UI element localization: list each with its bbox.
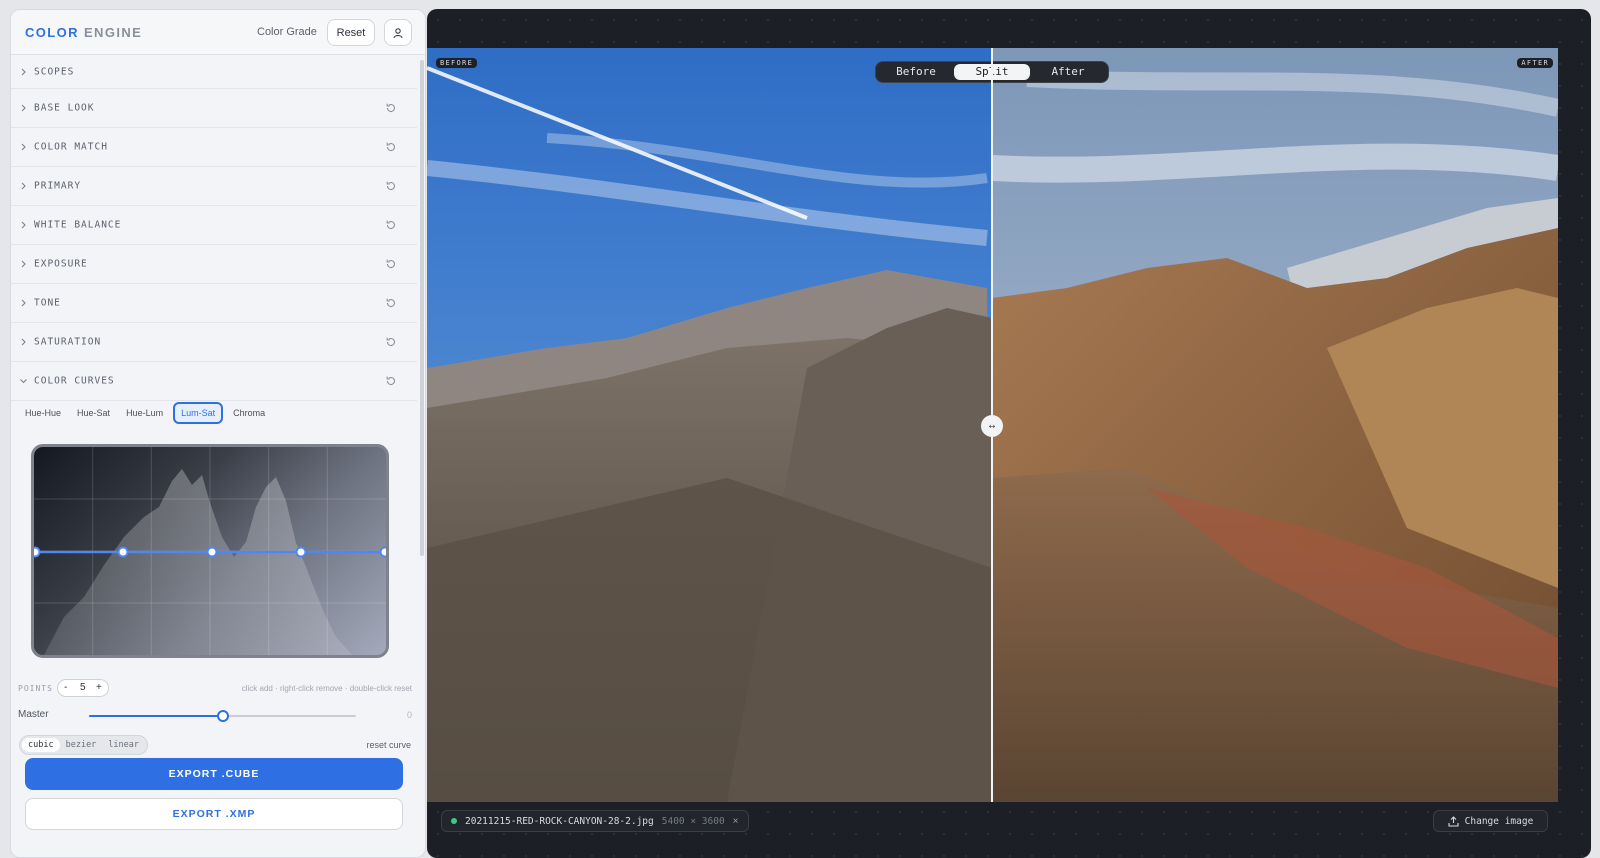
curve-tab-hue-hue[interactable]: Hue-Hue [19, 402, 67, 424]
master-value: 0 [406, 710, 412, 720]
chevron-right-icon [21, 182, 26, 190]
points-value: 5 [80, 682, 86, 693]
section-white-balance[interactable]: WHITE BALANCE [11, 206, 417, 245]
drag-handle-icon: ↔ [988, 421, 996, 431]
brand-primary: COLOR [25, 25, 79, 40]
section-scopes[interactable]: SCOPES [11, 56, 417, 89]
reset-icon[interactable] [385, 336, 397, 348]
points-decrement-button[interactable]: - [64, 682, 67, 693]
upload-icon [1448, 815, 1459, 827]
chevron-right-icon [21, 299, 26, 307]
brand-secondary: ENGINE [83, 25, 143, 40]
change-image-button[interactable]: Change image [1433, 810, 1548, 832]
curve-graph[interactable] [34, 447, 386, 655]
curve-point[interactable] [117, 546, 129, 558]
export-cube-button[interactable]: EXPORT .CUBE [25, 758, 403, 790]
section-primary[interactable]: PRIMARY [11, 167, 417, 206]
chevron-right-icon [21, 104, 26, 112]
interpolation-row: cubic bezier linear reset curve [19, 735, 411, 755]
section-title: COLOR MATCH [34, 141, 108, 153]
master-label: Master [18, 709, 49, 720]
interpolation-linear[interactable]: linear [102, 738, 145, 752]
reset-icon[interactable] [385, 375, 397, 387]
interpolation-toggle: cubic bezier linear [19, 735, 149, 755]
section-title: SCOPES [34, 66, 75, 78]
mode-label: Color Grade [257, 26, 317, 38]
reset-button[interactable]: Reset [327, 19, 375, 46]
mode-before[interactable]: Before [878, 64, 954, 80]
file-name: 20211215-RED-ROCK-CANYON-28-2.jpg [465, 815, 654, 827]
chevron-right-icon [21, 143, 26, 151]
section-title: TONE [34, 297, 61, 309]
curve-point[interactable] [295, 546, 307, 558]
curve-tab-chroma[interactable]: Chroma [227, 402, 271, 424]
reset-curve-link[interactable]: reset curve [366, 740, 411, 750]
points-stepper: - 5 + [57, 679, 109, 697]
chevron-down-icon [20, 379, 27, 384]
points-row: POINTS - 5 + click add · right-click rem… [18, 679, 412, 697]
section-title: WHITE BALANCE [34, 219, 122, 231]
reset-icon[interactable] [385, 219, 397, 231]
curve-editor[interactable] [31, 444, 389, 658]
section-tone[interactable]: TONE [11, 284, 417, 323]
reset-icon[interactable] [385, 258, 397, 270]
section-title: BASE LOOK [34, 102, 95, 114]
curve-tab-hue-lum[interactable]: Hue-Lum [120, 402, 169, 424]
points-increment-button[interactable]: + [96, 682, 102, 693]
curve-hint: click add · right-click remove · double-… [241, 684, 412, 693]
curve-tab-lum-sat[interactable]: Lum-Sat [173, 402, 224, 424]
section-list: SCOPES BASE LOOK COLOR MATCH PRIMARY WHITE B… [11, 56, 417, 401]
curve-tabs: Hue-Hue Hue-Sat Hue-Lum Lum-Sat Chroma [19, 401, 271, 425]
points-label: POINTS [18, 684, 53, 693]
section-exposure[interactable]: EXPOSURE [11, 245, 417, 284]
user-button[interactable] [384, 19, 412, 46]
section-color-curves[interactable]: COLOR CURVES [11, 362, 417, 401]
curve-point[interactable] [34, 546, 41, 558]
change-image-label: Change image [1464, 815, 1534, 827]
reset-icon[interactable] [385, 297, 397, 309]
file-dimensions: 5400 × 3600 [661, 815, 725, 827]
curve-tab-hue-sat[interactable]: Hue-Sat [71, 402, 116, 424]
reset-icon[interactable] [385, 102, 397, 114]
section-title: COLOR CURVES [34, 375, 115, 387]
comparison-image[interactable]: BEFORE AFTER BeforeSplitAfter ↔ [427, 48, 1558, 802]
section-saturation[interactable]: SATURATION [11, 323, 417, 362]
status-dot [451, 818, 457, 824]
master-slider[interactable] [89, 710, 356, 722]
curve-point[interactable] [379, 546, 387, 558]
color-engine-panel: COLOR ENGINE Color Grade Reset SCOPES BAS… [10, 9, 426, 858]
panel-scrollbar[interactable] [420, 60, 424, 556]
section-title: SATURATION [34, 336, 102, 348]
file-info: 20211215-RED-ROCK-CANYON-28-2.jpg 5400 ×… [441, 810, 749, 832]
app-brand: COLOR ENGINE [25, 25, 142, 40]
interpolation-bezier[interactable]: bezier [60, 738, 103, 752]
master-slider-fill [89, 715, 223, 717]
reset-icon[interactable] [385, 180, 397, 192]
panel-header: COLOR ENGINE Color Grade Reset [11, 10, 425, 55]
chevron-right-icon [21, 338, 26, 346]
master-row: Master 0 [18, 707, 412, 725]
before-tag: BEFORE [436, 58, 478, 68]
section-color-match[interactable]: COLOR MATCH [11, 128, 417, 167]
export-xmp-button[interactable]: EXPORT .XMP [25, 798, 403, 830]
histogram [44, 469, 352, 655]
chevron-right-icon [21, 68, 26, 76]
split-handle[interactable]: ↔ [981, 415, 1003, 437]
image-viewer: BEFORE AFTER BeforeSplitAfter ↔ 20211215… [427, 9, 1591, 858]
close-file-icon[interactable]: × [733, 816, 739, 827]
chevron-right-icon [21, 221, 26, 229]
mode-after[interactable]: After [1030, 64, 1106, 80]
curve-point[interactable] [206, 546, 218, 558]
chevron-right-icon [21, 260, 26, 268]
interpolation-cubic[interactable]: cubic [22, 738, 60, 752]
user-icon [393, 27, 403, 38]
section-title: EXPOSURE [34, 258, 88, 270]
section-title: PRIMARY [34, 180, 82, 192]
section-base-look[interactable]: BASE LOOK [11, 89, 417, 128]
reset-icon[interactable] [385, 141, 397, 153]
master-slider-thumb[interactable] [216, 710, 229, 722]
after-tag: AFTER [1517, 58, 1553, 68]
